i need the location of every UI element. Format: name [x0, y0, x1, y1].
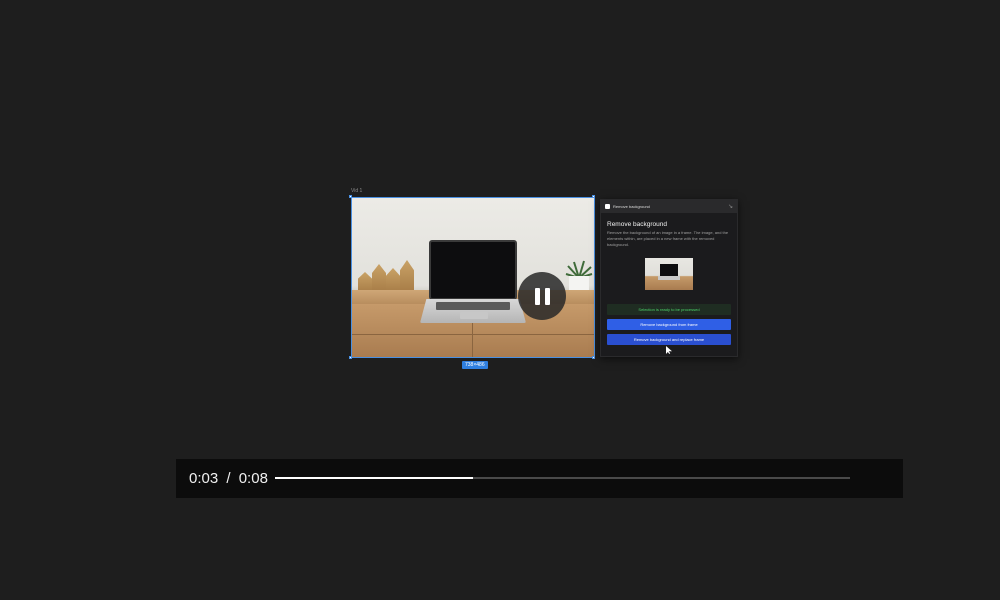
plugin-panel-header-title: Remove background [613, 204, 650, 209]
laptop-screen [429, 240, 517, 300]
remove-and-replace-button[interactable]: Remove background and replace frame [607, 334, 731, 345]
current-time: 0:03 [189, 470, 219, 487]
editor-canvas: Vid 1 738×486 Remove background ↘ Remove… [0, 0, 1000, 600]
plugin-panel-header[interactable]: Remove background ↘ [601, 200, 737, 213]
pause-icon [534, 287, 540, 305]
plugin-icon [605, 204, 610, 209]
pause-button[interactable] [518, 272, 566, 320]
preview-thumbnail [645, 258, 693, 290]
resize-handle-bottom-left[interactable] [349, 356, 352, 359]
plugin-description: Remove the background of an image in a f… [607, 230, 729, 247]
progress-bar[interactable] [275, 477, 850, 479]
video-controls: 0:03 / 0:08 [176, 459, 903, 498]
plugin-panel: Remove background ↘ Remove background Re… [600, 199, 738, 357]
size-badge: 738×486 [462, 361, 488, 369]
resize-handle-top-left[interactable] [349, 195, 352, 198]
timecode: 0:03 / 0:08 [189, 470, 275, 487]
selected-video-frame[interactable] [351, 197, 595, 358]
resize-handle-top-right[interactable] [592, 195, 595, 198]
plugin-title: Remove background [607, 221, 667, 228]
duration: 0:08 [238, 470, 268, 487]
resize-handle-bottom-right[interactable] [592, 356, 595, 359]
decor-houses [358, 260, 414, 294]
time-separator: / [226, 470, 231, 487]
frame-label[interactable]: Vid 1 [351, 188, 362, 194]
collapse-icon[interactable]: ↘ [728, 204, 733, 210]
progress-fill [275, 477, 474, 479]
status-message: Selection is ready to be processed [607, 304, 731, 315]
remove-background-button[interactable]: Remove background from frame [607, 319, 731, 330]
